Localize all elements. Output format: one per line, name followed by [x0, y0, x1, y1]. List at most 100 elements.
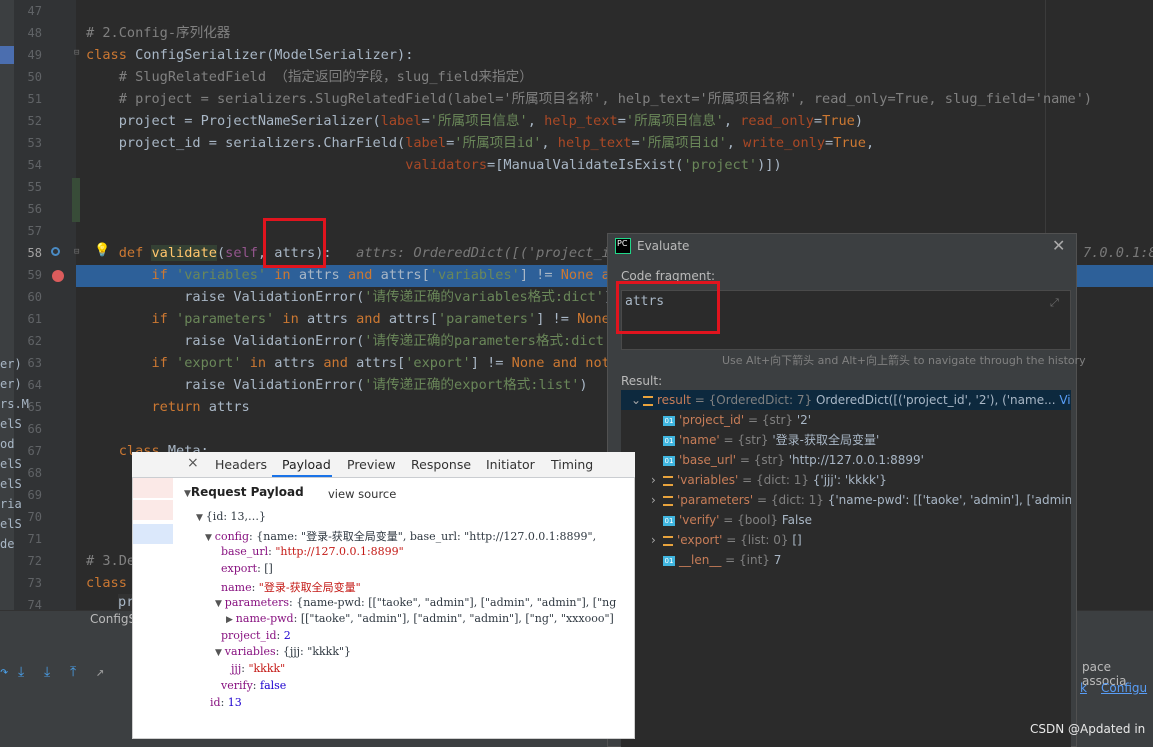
- breakpoint-icon[interactable]: [52, 270, 64, 282]
- run-to-cursor-icon[interactable]: ↗: [96, 664, 104, 680]
- code-line-65: return attrs: [86, 399, 250, 415]
- line-number: 67: [27, 444, 42, 458]
- result-item-row[interactable]: 01 'verify' = {bool} False: [621, 510, 1071, 530]
- collection-icon: [643, 395, 653, 406]
- result-value: OrderedDict([('project_id', '2'), ('name…: [815, 393, 1056, 407]
- structure-fragment[interactable]: elS: [0, 457, 22, 471]
- structure-fragment[interactable]: ria: [0, 497, 22, 511]
- left-strip-selection: [0, 46, 14, 64]
- structure-fragment[interactable]: elS: [0, 517, 22, 531]
- result-key: 'project_id': [679, 413, 745, 427]
- pycharm-logo-icon: PC: [615, 238, 631, 254]
- devtools-tab-response[interactable]: Response: [411, 457, 471, 472]
- expand-icon[interactable]: ›: [651, 530, 663, 550]
- step-into-my-code-icon[interactable]: ⤓: [44, 664, 50, 680]
- devtools-tab-payload[interactable]: Payload: [282, 457, 331, 472]
- active-tab-indicator: [272, 475, 332, 477]
- status-link-k[interactable]: k: [1080, 681, 1087, 695]
- structure-fragment[interactable]: elS: [0, 477, 22, 491]
- result-item-row[interactable]: 01 'base_url' = {str} 'http://127.0.0.1:8…: [621, 450, 1071, 470]
- line-number: 71: [27, 532, 42, 546]
- result-item-row[interactable]: 01 __len__ = {int} 7: [621, 550, 1071, 570]
- payload-config[interactable]: ▼ config: {name: "登录-获取全局变量", base_url: …: [205, 528, 596, 544]
- request-payload-title[interactable]: ▼Request Payload: [184, 485, 304, 499]
- view-link[interactable]: View: [1056, 393, 1071, 407]
- structure-fragment[interactable]: er): [0, 377, 22, 391]
- line-number: 59: [27, 268, 42, 282]
- code-line-61: if 'parameters' in attrs and attrs['para…: [86, 311, 610, 327]
- step-over-icon[interactable]: ↷: [0, 664, 8, 680]
- devtools-tab-headers[interactable]: Headers: [215, 457, 267, 472]
- payload-root[interactable]: ▼ {id: 13,…}: [196, 510, 266, 523]
- code-line-63: if 'export' in attrs and attrs['export']…: [86, 355, 619, 371]
- left-tool-strip: [0, 0, 14, 630]
- payload-base-url: base_url: "http://127.0.0.1:8899": [221, 545, 404, 558]
- code-line-51: # project = serializers.SlugRelatedField…: [86, 91, 1093, 107]
- payload-variables[interactable]: ▼ variables: {jjj: "kkkk"}: [215, 645, 351, 658]
- code-line-54: validators=[ManualValidateIsExist('proje…: [405, 157, 782, 173]
- request-row-stripe: [133, 500, 173, 520]
- step-into-icon[interactable]: ⤓: [18, 664, 24, 680]
- devtools-tab-initiator[interactable]: Initiator: [486, 457, 535, 472]
- result-value: '2': [796, 413, 812, 427]
- payload-name-pwd[interactable]: ▶ name-pwd: [["taoke", "admin"], ["admin…: [226, 612, 614, 625]
- result-item-row[interactable]: › 'parameters' = {dict: 1} {'name-pwd': […: [621, 490, 1071, 510]
- view-source-link[interactable]: view source: [328, 487, 396, 501]
- devtools-close-icon[interactable]: ×: [187, 455, 199, 471]
- result-key: 'verify': [679, 513, 720, 527]
- override-marker-icon[interactable]: [51, 247, 60, 256]
- result-key: 'name': [679, 433, 720, 447]
- close-icon[interactable]: ✕: [1052, 236, 1065, 255]
- line-number: 53: [27, 136, 42, 150]
- payload-parameters[interactable]: ▼ parameters: {name-pwd: [["taoke", "adm…: [215, 596, 616, 609]
- result-value: '登录-获取全局变量': [772, 433, 880, 447]
- result-key: __len__: [679, 553, 722, 567]
- result-item-row[interactable]: › 'variables' = {dict: 1} {'jjj': 'kkkk'}: [621, 470, 1071, 490]
- payload-name: name: "登录-获取全局变量": [221, 581, 361, 594]
- field-icon: 01: [663, 415, 675, 426]
- configure-link[interactable]: Configu: [1101, 681, 1147, 695]
- fold-icon[interactable]: ⊟: [74, 48, 79, 58]
- collapse-icon[interactable]: ⌄: [631, 390, 643, 410]
- result-key: 'variables': [677, 473, 739, 487]
- step-out-icon[interactable]: ⤒: [70, 664, 76, 680]
- code-line-64: raise ValidationError('请传递正确的export格式:li…: [86, 377, 588, 393]
- fold-icon[interactable]: ⊟: [74, 247, 79, 257]
- result-item-row[interactable]: 01 'project_id' = {str} '2': [621, 410, 1071, 430]
- file-tab[interactable]: ConfigS: [90, 612, 136, 626]
- line-number: 58: [27, 246, 42, 260]
- result-item-row[interactable]: › 'export' = {list: 0} []: [621, 530, 1071, 550]
- result-key: result: [657, 393, 691, 407]
- result-value: []: [792, 533, 802, 547]
- code-line-58: def validate(self, attrs): attrs: Ordere…: [86, 245, 627, 261]
- result-value: {'name-pwd': [['taoke', 'admin'], ['admi…: [827, 493, 1071, 507]
- payload-id: id: 13: [210, 696, 242, 709]
- result-type: = {list: 0}: [722, 533, 793, 547]
- line-number: 52: [27, 114, 42, 128]
- code-line-62: raise ValidationError('请传递正确的parameters格…: [86, 333, 620, 349]
- result-type: = {dict: 1}: [738, 473, 813, 487]
- result-key: 'base_url': [679, 453, 737, 467]
- result-type: = {str}: [744, 413, 797, 427]
- devtools-tab-preview[interactable]: Preview: [347, 457, 396, 472]
- structure-fragment[interactable]: de: [0, 537, 14, 551]
- result-key: 'export': [677, 533, 723, 547]
- history-hint: Use Alt+向下箭头 and Alt+向上箭头 to navigate th…: [722, 354, 1086, 367]
- result-root-row[interactable]: ⌄ result = {OrderedDict: 7} OrderedDict([…: [621, 390, 1071, 410]
- result-label: Result:: [621, 374, 663, 388]
- structure-fragment[interactable]: elS: [0, 417, 22, 431]
- result-item-row[interactable]: 01 'name' = {str} '登录-获取全局变量': [621, 430, 1071, 450]
- structure-fragment[interactable]: od: [0, 437, 14, 451]
- result-value: False: [781, 513, 812, 527]
- structure-fragment[interactable]: er): [0, 357, 22, 371]
- result-value: 7: [773, 553, 782, 567]
- expand-icon[interactable]: ›: [651, 490, 663, 510]
- intention-bulb-icon[interactable]: 💡: [94, 243, 110, 258]
- expand-icon[interactable]: ›: [651, 470, 663, 490]
- result-type: = {str}: [736, 453, 789, 467]
- structure-fragment[interactable]: rs.M: [0, 397, 29, 411]
- expand-icon[interactable]: ⤢: [1050, 296, 1059, 310]
- devtools-tab-timing[interactable]: Timing: [551, 457, 593, 472]
- code-line-48: # 2.Config-序列化器: [86, 25, 231, 41]
